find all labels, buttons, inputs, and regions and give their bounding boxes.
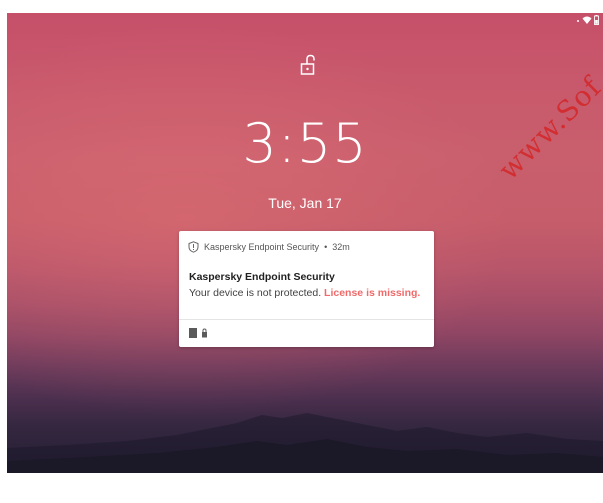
notification-title: Kaspersky Endpoint Security (189, 271, 335, 283)
shield-icon (188, 241, 199, 253)
notification-warning: License is missing. (324, 287, 421, 299)
notification-actions (189, 328, 208, 338)
mountain-silhouette (7, 413, 603, 473)
small-lock-icon[interactable] (201, 328, 208, 338)
battery-icon (594, 15, 599, 25)
lock-date: Tue, Jan 17 (268, 195, 342, 211)
app-square-icon[interactable] (189, 328, 198, 338)
unlock-icon[interactable] (300, 54, 318, 78)
notification-header: Kaspersky Endpoint Security • 32m (188, 241, 350, 253)
notification-elapsed: 32m (332, 242, 350, 252)
notification-card[interactable]: Kaspersky Endpoint Security • 32m Kasper… (179, 231, 434, 347)
notification-message-text: Your device is not protected. (189, 287, 322, 299)
notification-message: Your device is not protected. License is… (189, 287, 420, 299)
notification-divider (179, 319, 434, 320)
wifi-icon (582, 16, 592, 24)
lock-screen: 3:55 Tue, Jan 17 Kaspersky Endpoint Secu… (7, 13, 603, 473)
signal-dot-icon (577, 20, 579, 22)
notification-app-name: Kaspersky Endpoint Security (204, 242, 320, 252)
status-bar (576, 15, 599, 25)
notification-separator: • (324, 242, 328, 252)
